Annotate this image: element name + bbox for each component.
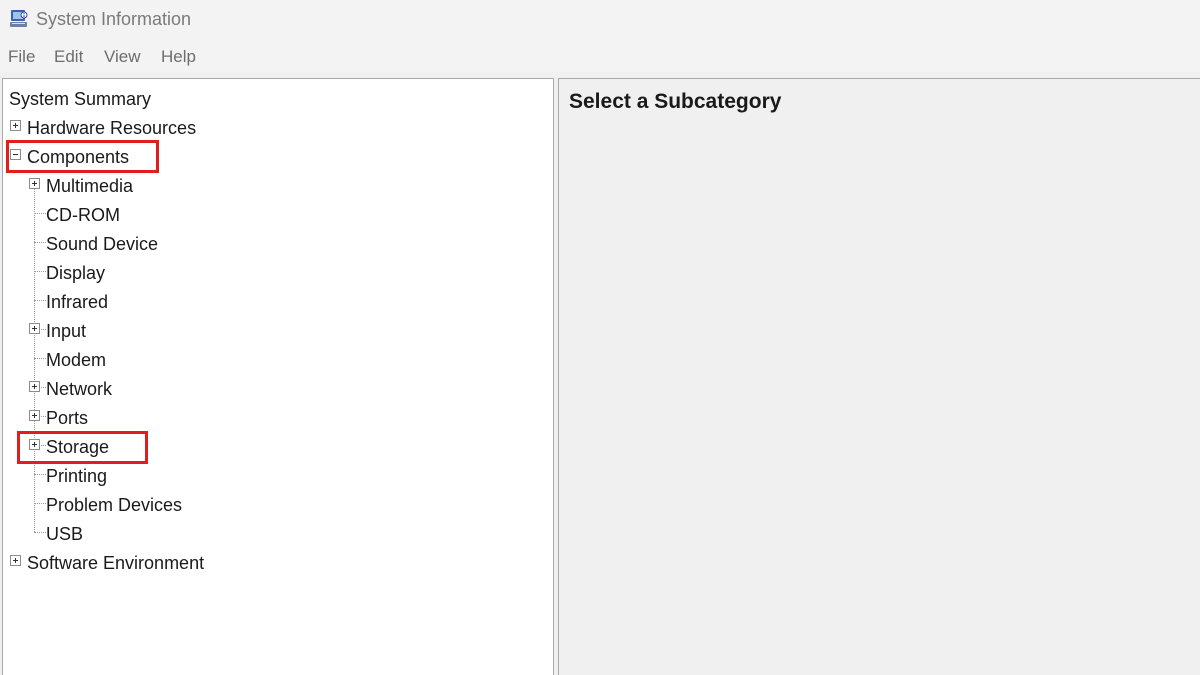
tree-item-label: Input bbox=[46, 321, 87, 341]
system-information-icon bbox=[10, 10, 28, 27]
tree-item-modem[interactable]: Modem bbox=[3, 343, 303, 372]
tree-item-usb[interactable]: USB bbox=[3, 517, 303, 546]
title-bar: System Information bbox=[0, 0, 1200, 40]
tree-item-infrared[interactable]: Infrared bbox=[3, 285, 303, 314]
tree-item-sound-device[interactable]: Sound Device bbox=[3, 227, 303, 256]
expand-plus-icon[interactable] bbox=[10, 120, 21, 131]
tree-item-label: Software Environment bbox=[27, 553, 205, 573]
tree-item-system-summary[interactable]: System Summary bbox=[3, 82, 303, 111]
expand-plus-icon[interactable] bbox=[29, 381, 40, 392]
expand-plus-icon[interactable] bbox=[29, 323, 40, 334]
tree-item-label: Ports bbox=[46, 408, 89, 428]
tree-item-software-environment[interactable]: Software Environment bbox=[3, 546, 303, 575]
expand-plus-icon[interactable] bbox=[29, 439, 40, 450]
collapse-minus-icon[interactable] bbox=[10, 149, 21, 160]
tree-item-multimedia[interactable]: Multimedia bbox=[3, 169, 303, 198]
tree-item-hardware-resources[interactable]: Hardware Resources bbox=[3, 111, 303, 140]
tree-item-label: Network bbox=[46, 379, 113, 399]
menu-bar: File Edit View Help bbox=[0, 40, 1200, 72]
tree-item-label: Multimedia bbox=[46, 176, 134, 196]
window-title: System Information bbox=[36, 9, 192, 29]
expand-plus-icon[interactable] bbox=[29, 410, 40, 421]
tree-item-label: Storage bbox=[46, 437, 110, 457]
tree-item-components[interactable]: Components bbox=[3, 140, 303, 169]
tree-item-label: System Summary bbox=[9, 89, 152, 109]
category-tree[interactable]: System Summary Hardware Resources Compon… bbox=[2, 78, 554, 675]
tree-item-label: Sound Device bbox=[46, 234, 159, 254]
tree-item-display[interactable]: Display bbox=[3, 256, 303, 285]
detail-pane: Select a Subcategory bbox=[558, 78, 1200, 675]
menu-view[interactable]: View bbox=[104, 47, 141, 67]
tree-item-label: Problem Devices bbox=[46, 495, 183, 515]
tree-item-label: Printing bbox=[46, 466, 108, 486]
tree-item-label: Infrared bbox=[46, 292, 109, 312]
menu-file[interactable]: File bbox=[8, 47, 35, 67]
tree-item-ports[interactable]: Ports bbox=[3, 401, 303, 430]
tree-item-network[interactable]: Network bbox=[3, 372, 303, 401]
tree-item-label: Modem bbox=[46, 350, 107, 370]
expand-plus-icon[interactable] bbox=[10, 555, 21, 566]
tree-item-printing[interactable]: Printing bbox=[3, 459, 303, 488]
menu-edit[interactable]: Edit bbox=[54, 47, 83, 67]
tree-item-storage[interactable]: Storage bbox=[3, 430, 303, 459]
tree-item-label: Display bbox=[46, 263, 106, 283]
tree-item-problem-devices[interactable]: Problem Devices bbox=[3, 488, 303, 517]
tree-item-label: Components bbox=[27, 147, 130, 167]
menu-help[interactable]: Help bbox=[161, 47, 196, 67]
detail-heading: Select a Subcategory bbox=[569, 90, 782, 113]
expand-plus-icon[interactable] bbox=[29, 178, 40, 189]
tree-item-label: Hardware Resources bbox=[27, 118, 197, 138]
tree-item-label: CD-ROM bbox=[46, 205, 120, 225]
tree-item-label: USB bbox=[46, 524, 84, 544]
tree-item-cd-rom[interactable]: CD-ROM bbox=[3, 198, 303, 227]
tree-item-input[interactable]: Input bbox=[3, 314, 303, 343]
